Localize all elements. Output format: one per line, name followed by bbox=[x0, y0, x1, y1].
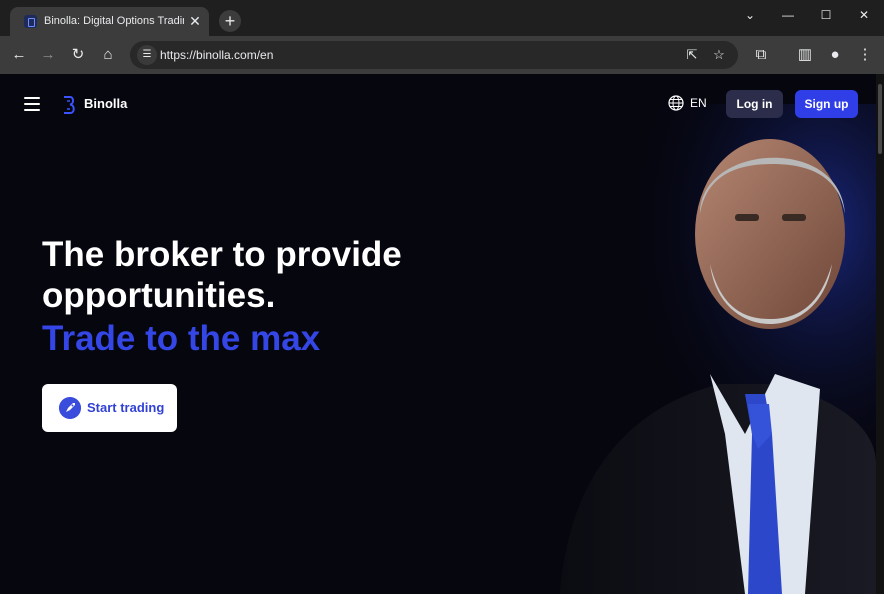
close-window-icon[interactable]: ✕ bbox=[852, 6, 876, 24]
address-bar[interactable]: ☰ https://binolla.com/en ⇱ ☆ bbox=[130, 41, 738, 69]
signup-button[interactable]: Sign up bbox=[795, 90, 858, 118]
url-text[interactable]: https://binolla.com/en bbox=[160, 48, 273, 62]
bookmark-star-icon[interactable]: ☆ bbox=[709, 45, 729, 65]
profile-icon[interactable]: ● bbox=[825, 45, 845, 65]
forward-arrow-icon[interactable]: → bbox=[38, 45, 58, 65]
start-trading-button[interactable]: Start trading bbox=[42, 384, 177, 432]
rocket-icon bbox=[59, 397, 81, 419]
new-tab-button[interactable]: + bbox=[219, 10, 241, 32]
share-icon[interactable]: ⇱ bbox=[682, 45, 702, 65]
hero-accent-headline: Trade to the max bbox=[42, 319, 321, 358]
tab-title: Binolla: Digital Options Trading bbox=[44, 15, 184, 27]
scrollbar-thumb[interactable] bbox=[878, 84, 882, 154]
brand-name[interactable]: Binolla bbox=[84, 96, 127, 111]
maximize-window-icon[interactable]: ☐ bbox=[814, 6, 838, 24]
binolla-favicon-icon bbox=[24, 15, 37, 28]
binolla-landing-page: Binolla EN Log in Sign up The broker to … bbox=[0, 74, 876, 594]
browser-tab[interactable]: Binolla: Digital Options Trading ✕ bbox=[10, 7, 209, 36]
hero-headline: The broker to provide opportunities. bbox=[42, 234, 502, 316]
reload-icon[interactable]: ↻ bbox=[68, 45, 88, 65]
menu-hamburger-icon[interactable] bbox=[24, 96, 40, 112]
hero-headline-line1: The broker to provide bbox=[42, 235, 402, 274]
home-icon[interactable]: ⌂ bbox=[98, 45, 118, 65]
browser-tab-strip: Binolla: Digital Options Trading ✕ + ⌄ —… bbox=[0, 0, 884, 36]
globe-icon[interactable] bbox=[668, 95, 684, 111]
extensions-puzzle-icon[interactable]: ⧉ bbox=[751, 45, 771, 65]
page-scrollbar[interactable] bbox=[876, 74, 884, 594]
browser-menu-icon[interactable]: ⋮ bbox=[855, 45, 875, 65]
tab-search-icon[interactable]: ⌄ bbox=[738, 6, 762, 24]
hero-headline-line2: opportunities. bbox=[42, 276, 276, 315]
site-info-icon[interactable]: ☰ bbox=[137, 45, 157, 65]
browser-toolbar: ← → ↻ ⌂ ☰ https://binolla.com/en ⇱ ☆ ⧉ ▥… bbox=[0, 36, 884, 74]
start-trading-label: Start trading bbox=[87, 400, 165, 415]
businessman-hero-image bbox=[520, 104, 876, 594]
back-arrow-icon[interactable]: ← bbox=[9, 45, 29, 65]
login-button[interactable]: Log in bbox=[726, 90, 783, 118]
minimize-window-icon[interactable]: — bbox=[776, 6, 800, 24]
binolla-logo-icon[interactable] bbox=[62, 96, 76, 114]
tab-close-icon[interactable]: ✕ bbox=[187, 13, 203, 29]
language-selector[interactable]: EN bbox=[690, 96, 707, 110]
side-panel-icon[interactable]: ▥ bbox=[795, 45, 815, 65]
